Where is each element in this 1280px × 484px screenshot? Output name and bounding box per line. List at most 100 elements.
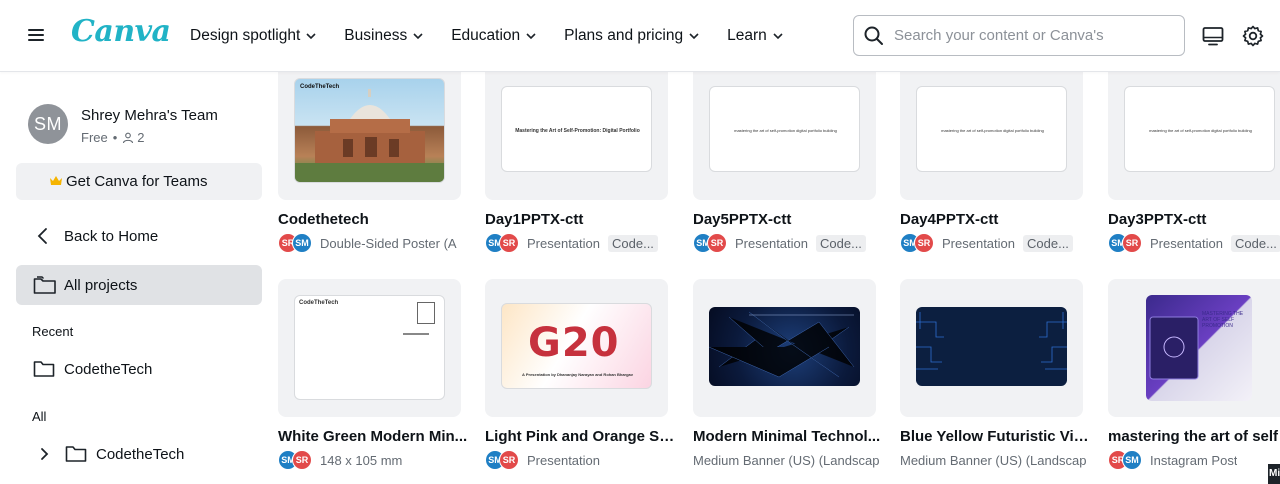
collaborator-avatars: SM SR: [485, 450, 519, 470]
design-card[interactable]: mastering the art of self-promotion digi…: [693, 62, 876, 262]
design-type: Medium Banner (US) (Landscap: [693, 452, 880, 468]
design-type: Medium Banner (US) (Landscap: [900, 452, 1087, 468]
get-canva-teams-button[interactable]: Get Canva for Teams: [16, 163, 262, 200]
design-thumbnail[interactable]: mastering the art of self-promotion digi…: [900, 62, 1083, 200]
design-title[interactable]: White Green Modern Min...: [278, 428, 468, 445]
back-to-home-link[interactable]: Back to Home: [16, 216, 262, 256]
collaborator-avatars: SM SR: [693, 233, 727, 253]
members-count: 2: [137, 130, 145, 145]
plan-label: Free: [81, 130, 108, 145]
chevron-right-icon[interactable]: [38, 444, 52, 464]
avatar: SR: [292, 450, 312, 470]
design-type: Presentation: [942, 235, 1015, 251]
collaborator-avatars: SM SR: [1108, 233, 1142, 253]
design-title[interactable]: Modern Minimal Technol...: [693, 428, 883, 445]
design-thumbnail[interactable]: mastering the art of self-promotion digi…: [693, 62, 876, 200]
avatar: SR: [914, 233, 934, 253]
design-thumbnail[interactable]: [900, 279, 1083, 417]
team-avatar[interactable]: SM: [28, 104, 68, 144]
design-title[interactable]: Codethetech: [278, 211, 468, 228]
desktop-app-icon[interactable]: [1201, 24, 1225, 48]
crown-icon: [50, 176, 62, 185]
design-thumbnail[interactable]: mastering the art of self-promotion digi…: [1108, 62, 1280, 200]
folder-tag[interactable]: Code...: [608, 234, 658, 252]
separator-dot: •: [112, 130, 118, 145]
design-meta: SM SR Presentation Code...: [900, 233, 1073, 253]
design-card[interactable]: mastering the art of self-promotion digi…: [900, 62, 1083, 262]
design-thumbnail[interactable]: MASTERING THE ART OF SELF PROMOTION: [1108, 279, 1280, 417]
design-type: Presentation: [735, 235, 808, 251]
folder-tag[interactable]: Code...: [1231, 234, 1280, 252]
design-type: Double-Sided Poster (A: [320, 235, 457, 251]
recent-folder-codethetech[interactable]: CodetheTech: [16, 349, 262, 389]
menu-icon[interactable]: [26, 26, 46, 46]
stamp-box: [417, 302, 435, 324]
design-title[interactable]: Day5PPTX-ctt: [693, 211, 883, 228]
design-card[interactable]: CodeTheTech White Green Modern Min... SM…: [278, 279, 467, 484]
design-card[interactable]: CodeTheTech Codethetech SR SM Double-Side…: [278, 62, 461, 262]
team-name[interactable]: Shrey Mehra's Team: [81, 107, 218, 124]
design-title[interactable]: Day4PPTX-ctt: [900, 211, 1090, 228]
codethetech-logo-text: CodeTheTech: [300, 84, 340, 90]
nav-design-spotlight[interactable]: Design spotlight: [190, 27, 316, 45]
avatar: SR: [707, 233, 727, 253]
network-pattern: [709, 311, 855, 378]
design-title[interactable]: Day1PPTX-ctt: [485, 211, 675, 228]
thumb-slide: mastering the art of self-promotion digi…: [916, 86, 1067, 172]
postcard-logo-text: CodeTheTech: [299, 300, 339, 306]
chevron-down-icon: [306, 33, 316, 40]
design-meta: SM SR Presentation Code...: [693, 233, 866, 253]
design-title[interactable]: mastering the art of self ...: [1108, 428, 1280, 445]
collaborator-avatars: SM SR: [278, 450, 312, 470]
chevron-down-icon: [689, 33, 699, 40]
design-thumbnail[interactable]: [693, 279, 876, 417]
all-folder-codethetech[interactable]: CodetheTech: [16, 434, 262, 474]
settings-gear-icon[interactable]: [1241, 24, 1265, 48]
folder-tag[interactable]: Code...: [816, 234, 866, 252]
slide-title-text: mastering the art of self-promotion digi…: [1149, 128, 1252, 133]
thumb-slide: mastering the art of self-promotion digi…: [709, 86, 860, 172]
slide-caption-text: A Presentation by Dhananjay Narayan and …: [522, 372, 633, 377]
avatar: SR: [499, 450, 519, 470]
g20-logo-text: G20: [528, 320, 620, 366]
design-meta: SM SR Presentation: [485, 450, 600, 470]
thumb-banner: [709, 307, 860, 386]
design-card[interactable]: Mastering the Art of Self-Promotion: Dig…: [485, 62, 668, 262]
design-meta: SM SR Presentation Code...: [1108, 233, 1280, 253]
thumb-slide: G20 A Presentation by Dhananjay Narayan …: [501, 303, 652, 389]
design-card[interactable]: Blue Yellow Futuristic Vir... Medium Ban…: [900, 279, 1090, 484]
monument-illustration: [295, 89, 444, 182]
design-card[interactable]: mastering the art of self-promotion digi…: [1108, 62, 1280, 262]
design-title[interactable]: Light Pink and Orange So...: [485, 428, 675, 445]
folders-icon: [33, 276, 56, 294]
search-input[interactable]: [894, 27, 1154, 44]
nav-plans-pricing[interactable]: Plans and pricing: [564, 27, 699, 45]
nav-business[interactable]: Business: [344, 27, 423, 45]
floating-tag[interactable]: Mi: [1268, 464, 1280, 484]
design-card[interactable]: Modern Minimal Technol... Medium Banner …: [693, 279, 880, 484]
avatar: SR: [1122, 233, 1142, 253]
recent-heading: Recent: [32, 324, 74, 339]
design-thumbnail[interactable]: CodeTheTech: [278, 279, 461, 417]
search-box[interactable]: [853, 15, 1185, 56]
folder-tag[interactable]: Code...: [1023, 234, 1073, 252]
nav-education[interactable]: Education: [451, 27, 536, 45]
design-card[interactable]: G20 A Presentation by Dhananjay Narayan …: [485, 279, 675, 484]
design-thumbnail[interactable]: Mastering the Art of Self-Promotion: Dig…: [485, 62, 668, 200]
design-card[interactable]: MASTERING THE ART OF SELF PROMOTION mast…: [1108, 279, 1280, 484]
members-icon: [123, 132, 134, 143]
all-projects-link[interactable]: All projects: [16, 265, 262, 305]
design-meta: SM SR 148 x 105 mm: [278, 450, 402, 470]
folder-icon: [33, 361, 55, 377]
top-bar: Canva Design spotlight Business Educatio…: [0, 0, 1280, 72]
design-title[interactable]: Day3PPTX-ctt: [1108, 211, 1280, 228]
collaborator-avatars: SR SM: [278, 233, 312, 253]
design-thumbnail[interactable]: G20 A Presentation by Dhananjay Narayan …: [485, 279, 668, 417]
thumb-slide: mastering the art of self-promotion digi…: [1124, 86, 1275, 172]
design-thumbnail[interactable]: CodeTheTech: [278, 62, 461, 200]
thumb-post: MASTERING THE ART OF SELF PROMOTION: [1146, 295, 1252, 401]
canva-logo[interactable]: Canva: [71, 14, 171, 49]
nav-learn[interactable]: Learn: [727, 27, 783, 45]
design-title[interactable]: Blue Yellow Futuristic Vir...: [900, 428, 1090, 445]
avatar: SM: [292, 233, 312, 253]
